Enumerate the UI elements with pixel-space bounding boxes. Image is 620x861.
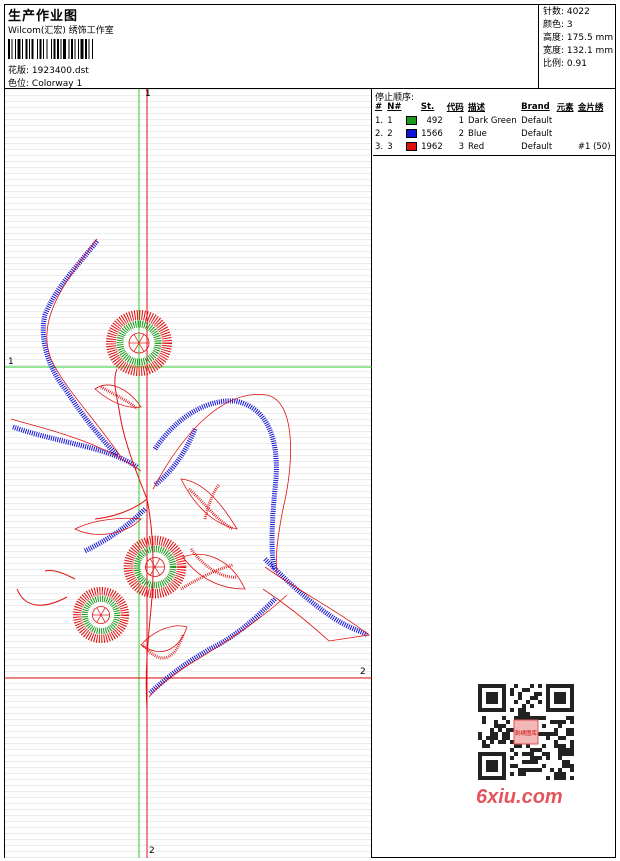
design-label: 花版:: [8, 66, 30, 76]
color-swatch: [404, 140, 419, 153]
col-header: 代码: [446, 103, 464, 113]
swatch-icon: [405, 141, 417, 151]
qr-badge-text: 刺绣图库: [515, 729, 538, 737]
color-swatch: [404, 127, 419, 140]
thread-brand: Default: [521, 115, 553, 126]
sequin: [576, 127, 613, 140]
colors-label: 颜色:: [543, 20, 565, 30]
guide-marker-top: 1: [145, 89, 151, 99]
thread-brand: Default: [521, 141, 553, 152]
color-code: 1: [458, 115, 464, 126]
col-header: N#: [387, 102, 402, 112]
stitches-value: 4022: [566, 7, 590, 17]
col-header: St.: [420, 102, 435, 112]
scale-value: 0.91: [566, 59, 587, 69]
element: [555, 114, 576, 127]
blue-ribbon-stitches: [12, 239, 369, 695]
table-row: 3. 3 1962 3 Red Default #1 (50): [373, 140, 613, 153]
stitches-label: 针数:: [543, 7, 565, 17]
design-file-row: 花版: 1923400.dst: [8, 63, 89, 76]
col-header: #: [375, 102, 383, 112]
barcode: [8, 39, 93, 59]
col-header: [404, 100, 419, 114]
panel-divider: [373, 155, 615, 156]
flower: [123, 535, 187, 599]
color-code: 3: [458, 141, 464, 152]
row-number: 3.: [375, 141, 384, 152]
col-header: 金片绣: [577, 103, 604, 113]
blue-ribbon-outline: [10, 238, 370, 698]
table-row: 2. 2 1566 2 Blue Default: [373, 127, 613, 140]
col-header: 元素: [556, 103, 574, 113]
guide-marker-right: 2: [360, 667, 366, 677]
colorway-value: Colorway 1: [31, 79, 83, 89]
guide-marker-bottom: 2: [149, 846, 155, 856]
thread-brand: Default: [521, 128, 553, 139]
flower: [72, 586, 130, 644]
row-number: 1.: [375, 115, 384, 126]
sequin: [576, 114, 613, 127]
watermark: 6xiu.com: [476, 786, 563, 808]
color-description: Blue: [467, 128, 487, 139]
needle-number: 1: [387, 115, 393, 126]
color-code: 2: [458, 128, 464, 139]
col-header: 描述: [467, 103, 485, 113]
company-name: Wilcom(汇宏) 绣饰工作室: [8, 26, 114, 36]
page-title: 生产作业图: [8, 9, 79, 24]
color-swatch: [404, 114, 419, 127]
height-label: 高度:: [543, 33, 565, 43]
stop-sequence-table: # N# St. 代码 描述 Brand 元素 金片绣 1. 1 492 1 Dark …: [373, 100, 613, 153]
width-label: 宽度:: [543, 46, 565, 56]
stitch-count: 492: [426, 115, 443, 126]
table-header-row: # N# St. 代码 描述 Brand 元素 金片绣: [373, 100, 613, 114]
color-description: Dark Green: [467, 115, 517, 126]
embroidery-artwork: [5, 89, 372, 858]
guide-marker-left: 1: [8, 357, 14, 367]
needle-number: 3: [387, 141, 393, 152]
needle-number: 2: [387, 128, 393, 139]
flowers: [72, 310, 187, 644]
width-value: 132.1 mm: [566, 46, 614, 56]
stitch-count: 1566: [421, 128, 443, 139]
qr-code: 刺绣图库: [478, 684, 574, 780]
element: [555, 127, 576, 140]
color-description: Red: [467, 141, 485, 152]
scale-label: 比例:: [543, 59, 565, 69]
element: [555, 140, 576, 153]
colorway-label: 色位:: [8, 79, 30, 89]
height-value: 175.5 mm: [566, 33, 614, 43]
table-row: 1. 1 492 1 Dark Green Default: [373, 114, 613, 127]
col-header: Brand: [521, 102, 550, 112]
swatch-icon: [405, 128, 417, 138]
header: 生产作业图 Wilcom(汇宏) 绣饰工作室 花版: 1923400.dst 色…: [5, 5, 615, 89]
header-info: 生产作业图 Wilcom(汇宏) 绣饰工作室 花版: 1923400.dst 色…: [5, 5, 539, 89]
row-number: 2.: [375, 128, 384, 139]
swatch-icon: [405, 115, 417, 125]
stitch-count: 1962: [421, 141, 443, 152]
design-value: 1923400.dst: [31, 66, 89, 76]
design-stats: 针数: 4022 颜色: 3 高度: 175.5 mm 宽度: 132.1 mm…: [543, 6, 613, 71]
sequin: #1 (50): [577, 141, 611, 152]
red-stems: [16, 368, 154, 710]
colorway-row: 色位: Colorway 1: [8, 76, 82, 89]
design-preview: 1 1 2 2: [5, 89, 372, 858]
colors-value: 3: [566, 20, 573, 30]
